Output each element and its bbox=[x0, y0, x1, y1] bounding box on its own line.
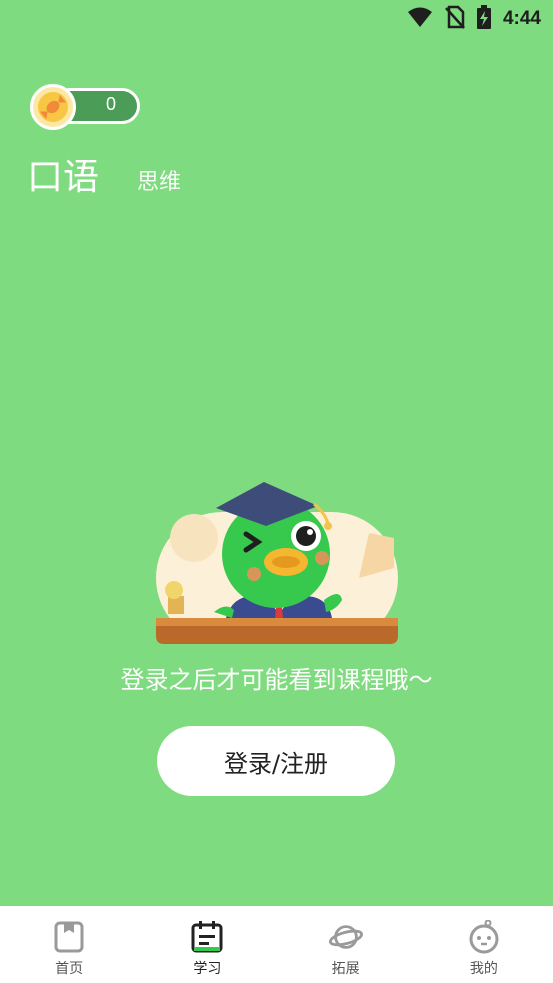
course-tabs: 口语 思维 bbox=[27, 148, 181, 200]
login-register-button[interactable]: 登录/注册 bbox=[157, 726, 395, 796]
nav-item-explore[interactable]: 拓展 bbox=[277, 906, 415, 983]
nav-label-explore: 拓展 bbox=[331, 961, 360, 977]
battery-charging-icon bbox=[476, 5, 491, 33]
tab-thinking[interactable]: 思维 bbox=[137, 164, 181, 196]
nav-item-home[interactable]: 首页 bbox=[0, 906, 138, 983]
nav-label-study: 学习 bbox=[193, 961, 222, 977]
nav-item-mine[interactable]: 我的 bbox=[415, 906, 553, 983]
nav-label-mine: 我的 bbox=[469, 961, 498, 977]
status-bar: 4:44 bbox=[0, 0, 553, 36]
nav-item-study[interactable]: 学习 bbox=[138, 906, 276, 983]
login-hint-text: 登录之后才可能看到课程哦～ bbox=[120, 666, 433, 694]
no-sim-icon bbox=[445, 5, 465, 33]
calendar-icon bbox=[190, 920, 224, 954]
status-time: 4:44 bbox=[502, 8, 541, 29]
mascot-illustration bbox=[154, 478, 400, 646]
tab-speaking[interactable]: 口语 bbox=[27, 148, 99, 200]
coin-count: 0 bbox=[105, 94, 116, 114]
nav-label-home: 首页 bbox=[55, 961, 84, 977]
coin-balance[interactable]: 0 bbox=[30, 84, 142, 130]
wifi-icon bbox=[407, 6, 433, 32]
status-icons: 4:44 bbox=[407, 5, 541, 33]
planet-icon bbox=[328, 920, 363, 954]
home-icon bbox=[52, 920, 86, 954]
bottom-nav: 首页 学习 拓展 我的 bbox=[0, 906, 553, 983]
face-icon bbox=[467, 920, 501, 954]
candy-coin-icon bbox=[30, 84, 76, 130]
